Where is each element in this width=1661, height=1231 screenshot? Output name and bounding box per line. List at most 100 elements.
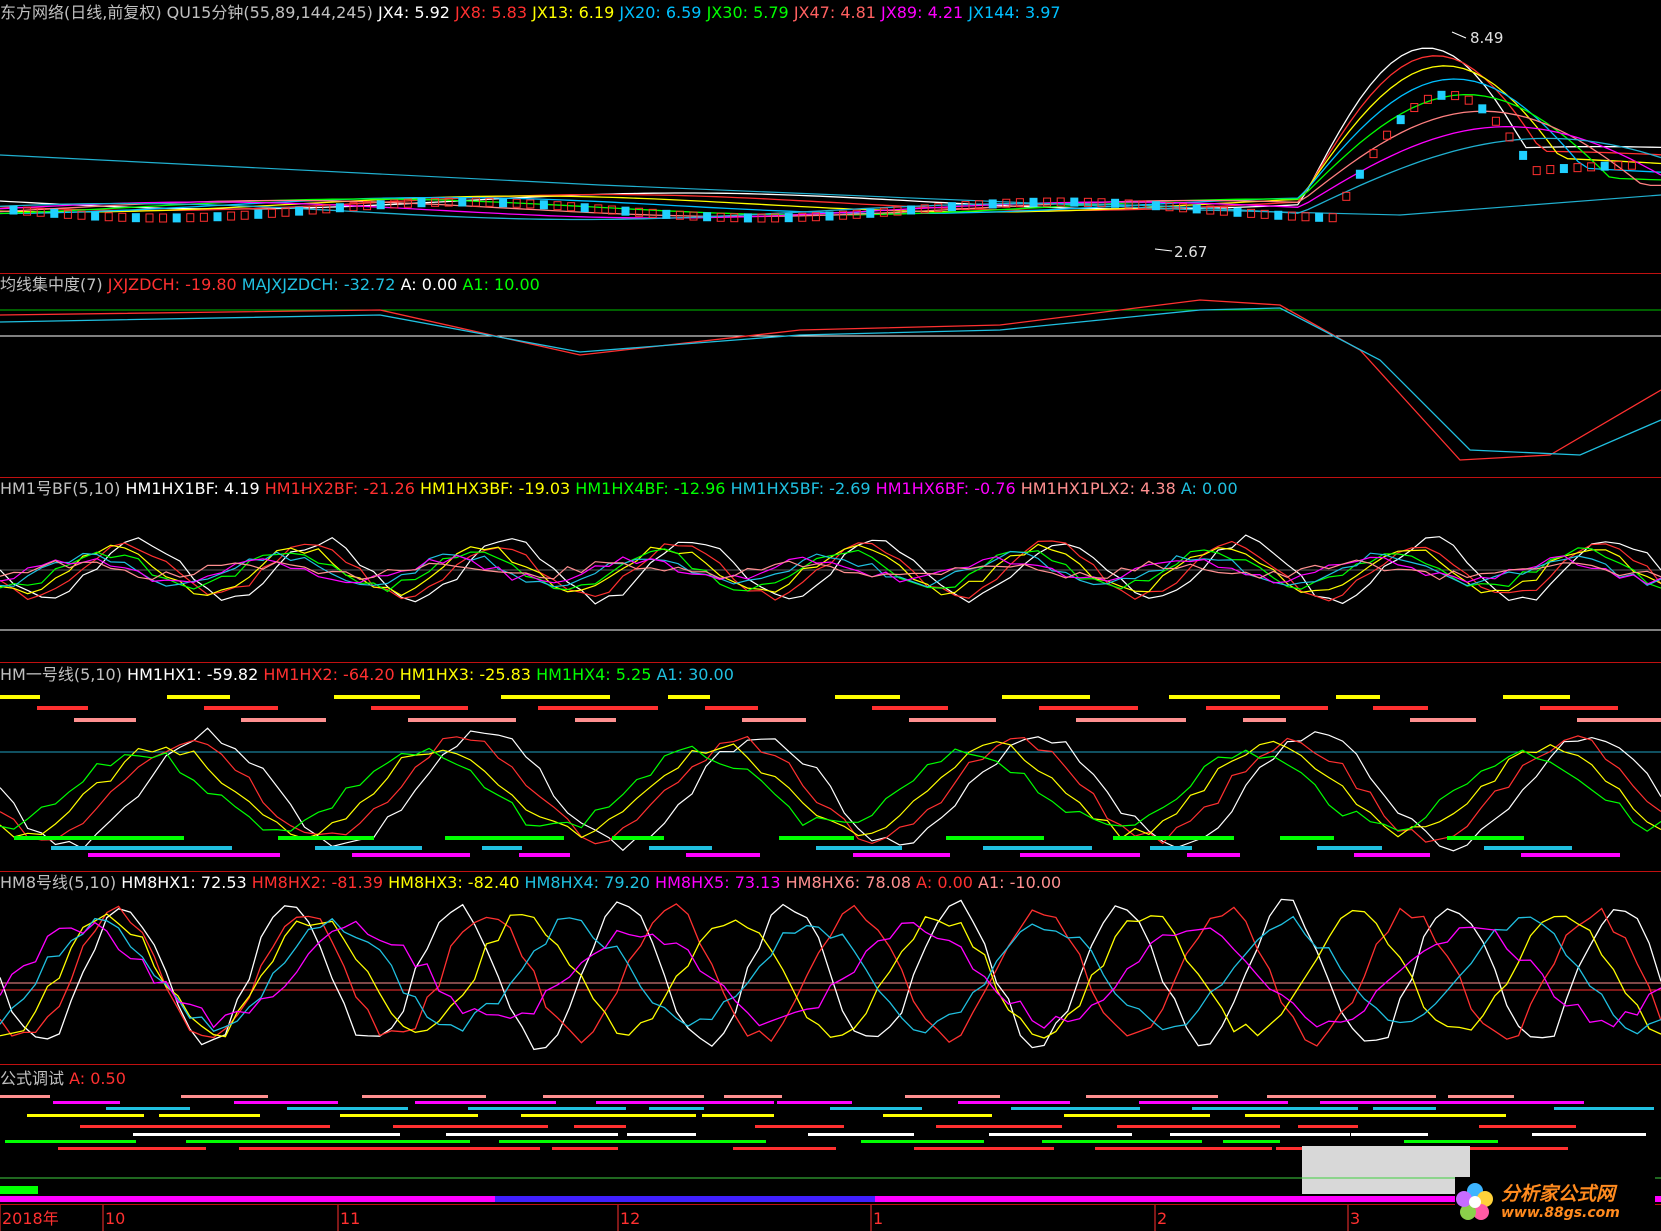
debug-bar xyxy=(596,1101,774,1104)
legend-item: HM8号线(5,10) xyxy=(0,873,116,892)
watermark-url: www.88gs.com xyxy=(1501,1205,1620,1221)
signal-bar xyxy=(352,853,470,857)
debug-bar xyxy=(830,1107,922,1110)
signal-bar xyxy=(816,846,902,850)
debug-bar xyxy=(186,1140,354,1143)
signal-bar xyxy=(14,836,114,840)
debug-bar xyxy=(702,1114,774,1117)
debug-bar xyxy=(212,1125,330,1128)
debug-bar xyxy=(905,1095,1000,1098)
signal-bar xyxy=(1521,853,1620,857)
candle xyxy=(1070,197,1079,207)
signal-bar xyxy=(1002,695,1090,699)
candle xyxy=(947,202,956,212)
flower-logo-icon xyxy=(1455,1182,1495,1222)
debug-bar xyxy=(340,1114,478,1117)
candle xyxy=(1519,150,1528,160)
candle xyxy=(1192,204,1201,214)
debug-bar xyxy=(808,1133,914,1136)
candle xyxy=(866,208,875,218)
debug-bar xyxy=(883,1114,992,1117)
debug-bar xyxy=(1170,1133,1350,1136)
debug-bar xyxy=(1554,1107,1654,1110)
legend-item: A: 0.50 xyxy=(69,1069,126,1088)
debug-bar xyxy=(1267,1095,1436,1098)
candle xyxy=(91,211,100,221)
debug-bar xyxy=(27,1114,144,1117)
debug-bar xyxy=(552,1147,618,1150)
signal-bar xyxy=(909,718,996,722)
signal-bar xyxy=(167,695,230,699)
debug-bar xyxy=(1448,1095,1514,1098)
debug-bar xyxy=(936,1125,1062,1128)
debug-bar xyxy=(1351,1133,1428,1136)
legend-hm8: HM8号线(5,10) HM8HX1: 72.53 HM8HX2: -81.39… xyxy=(0,873,1061,892)
signal-bar xyxy=(1447,836,1524,840)
debug-bar xyxy=(446,1133,618,1136)
debug-bar xyxy=(1086,1095,1218,1098)
debug-bar xyxy=(53,1101,120,1104)
signal-bar xyxy=(1039,706,1138,710)
x-tick-label: 12 xyxy=(620,1209,640,1228)
debug-bar xyxy=(287,1107,408,1110)
candle xyxy=(1151,201,1160,211)
signal-bar xyxy=(705,706,758,710)
signal-bar xyxy=(315,846,422,850)
candle xyxy=(213,212,222,222)
x-tick-label: 3 xyxy=(1350,1209,1360,1228)
signal-bar xyxy=(1317,846,1382,850)
signal-bar xyxy=(1280,836,1334,840)
signal-bar xyxy=(408,718,516,722)
debug-bar xyxy=(499,1140,688,1143)
legend-item: HM1HX1PLX2: 4.38 xyxy=(1021,479,1176,498)
debug-bar xyxy=(1064,1114,1210,1117)
candle xyxy=(784,213,793,223)
debug-bar xyxy=(1404,1140,1498,1143)
debug-bar xyxy=(5,1140,136,1143)
legend-item: HM1HX3BF: -19.03 xyxy=(420,479,570,498)
legend-item: A: 0.00 xyxy=(1181,479,1238,498)
debug-bar xyxy=(777,1101,852,1104)
debug-bar xyxy=(1298,1125,1358,1128)
legend-item: HM1号BF(5,10) xyxy=(0,479,120,498)
signal-bar xyxy=(88,853,210,857)
signal-bar xyxy=(575,718,616,722)
legend-main: 东方网络(日线,前复权) QU15分钟(55,89,144,245) JX4: … xyxy=(0,3,1061,22)
signal-bar xyxy=(538,706,658,710)
candle xyxy=(580,203,589,213)
signal-bar xyxy=(612,836,664,840)
signal-bar xyxy=(1187,853,1240,857)
legend-debug: 公式调试 A: 0.50 xyxy=(0,1069,126,1088)
signal-bar xyxy=(983,846,1092,850)
signal-bar xyxy=(779,836,854,840)
signal-bar xyxy=(1410,718,1476,722)
signal-bar xyxy=(668,695,710,699)
candle xyxy=(703,212,712,222)
legend-item: HM8HX3: -82.40 xyxy=(388,873,519,892)
debug-bar xyxy=(1223,1140,1280,1143)
candle xyxy=(1029,197,1038,207)
legend-item: JX20: 6.59 xyxy=(618,3,701,22)
candle xyxy=(131,213,140,223)
signal-bar xyxy=(1354,853,1430,857)
watermark: 分析家公式网 www.88gs.com xyxy=(1455,1177,1655,1227)
debug-bar xyxy=(393,1125,548,1128)
highlight-block xyxy=(1302,1146,1470,1194)
debug-bar xyxy=(1117,1125,1280,1128)
signal-bar xyxy=(1336,695,1380,699)
legend-hm1bf: HM1号BF(5,10) HM1HX1BF: 4.19 HM1HX2BF: -2… xyxy=(0,479,1238,498)
candle xyxy=(1315,212,1324,222)
low-label: 2.67 xyxy=(1174,243,1207,261)
debug-bar xyxy=(159,1114,260,1117)
signal-bar xyxy=(1150,846,1192,850)
legend-item: A1: 10.00 xyxy=(462,275,539,294)
signal-bar xyxy=(278,836,374,840)
signal-bar xyxy=(445,836,564,840)
signal-bar xyxy=(1113,836,1234,840)
legend-item: HM8HX4: 79.20 xyxy=(524,873,649,892)
candle xyxy=(50,208,59,218)
debug-bar xyxy=(733,1147,836,1150)
legend-item: JX8: 5.83 xyxy=(454,3,527,22)
debug-bar xyxy=(1532,1133,1646,1136)
candle xyxy=(662,209,671,219)
